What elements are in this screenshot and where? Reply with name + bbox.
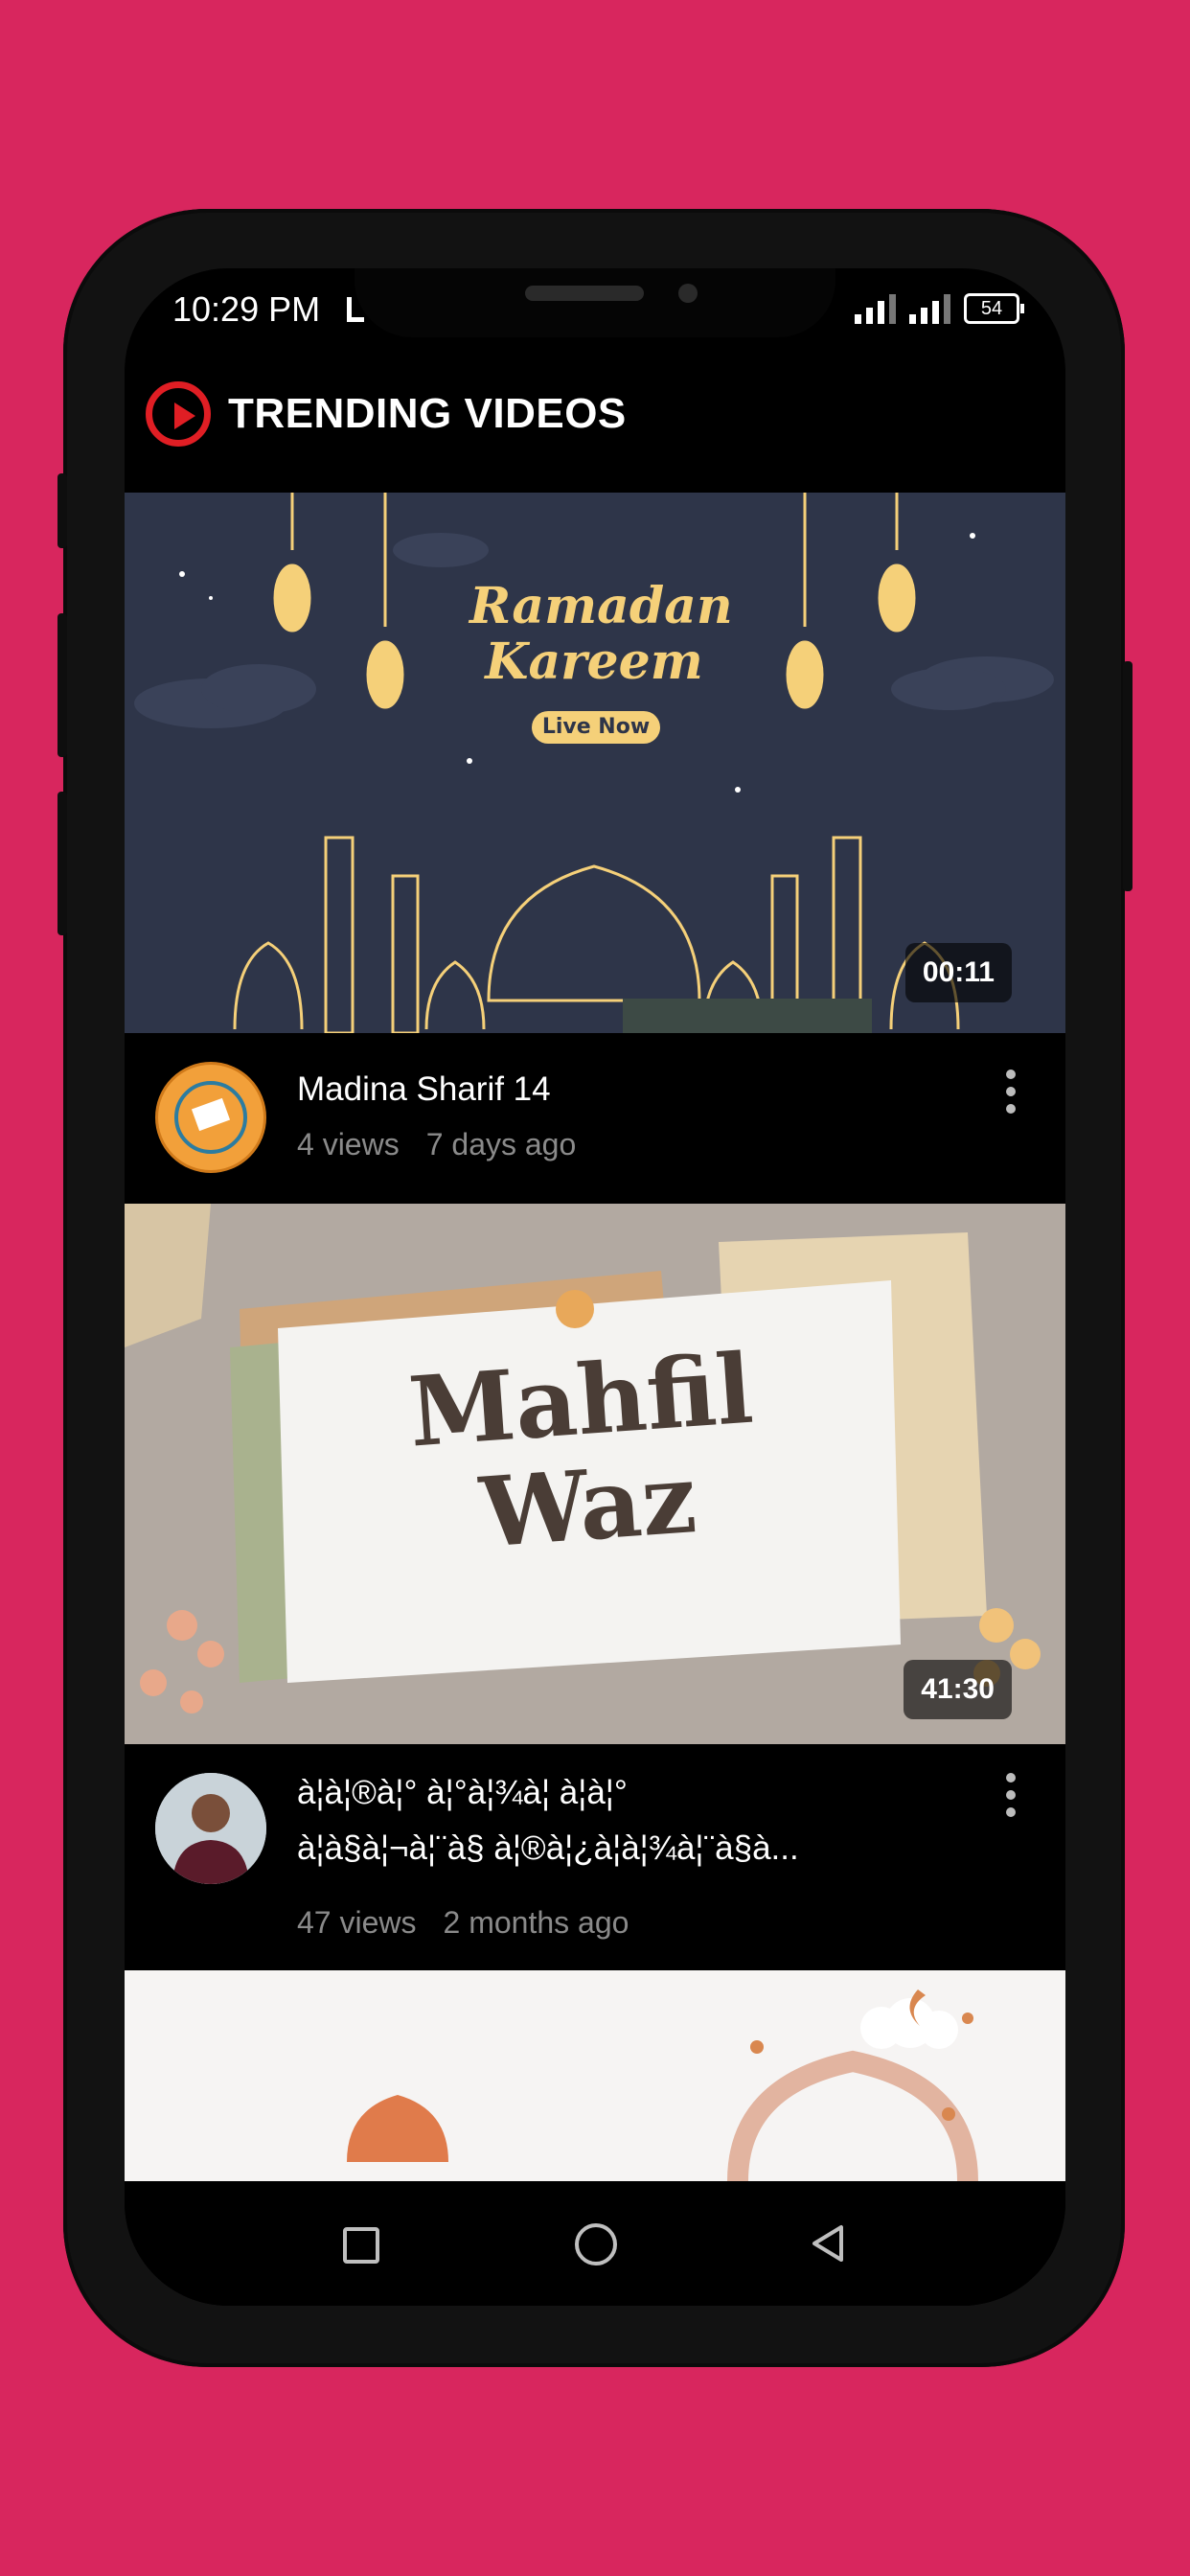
- video-duration: 41:30: [904, 1660, 1012, 1719]
- video-duration: 00:11: [904, 943, 1012, 1002]
- channel-logo-icon: [174, 1081, 247, 1154]
- front-camera: [678, 284, 698, 303]
- battery-icon: 54: [964, 293, 1024, 324]
- recents-button[interactable]: [343, 2227, 379, 2264]
- page-title: TRENDING VIDEOS: [228, 390, 627, 437]
- status-icons: 54: [855, 293, 1024, 324]
- video-thumbnail[interactable]: Ramadan Kareem Live Now 00:11: [125, 493, 1065, 1033]
- signal-icon: [855, 293, 896, 324]
- channel-avatar[interactable]: [155, 1773, 266, 1884]
- video-thumbnail[interactable]: [125, 1970, 1065, 2181]
- status-time: 10:29 PM: [172, 289, 321, 329]
- upload-age: 7 days ago: [425, 1127, 577, 1162]
- thumbnail-title: Mahfil Waz: [405, 1331, 757, 1570]
- mute-switch: [57, 473, 67, 548]
- volume-down-button: [57, 792, 67, 935]
- video-title[interactable]: Madina Sharif 14: [297, 1062, 968, 1117]
- video-info[interactable]: à¦à¦®à¦° à¦°à¦¾à¦ à¦à¦° à¦à§à¦¬à¦¨à§ à¦®…: [125, 1744, 1065, 1970]
- notch: [355, 268, 835, 337]
- play-circle-icon: [146, 381, 211, 447]
- volume-up-button: [57, 613, 67, 757]
- video-info[interactable]: Madina Sharif 14 4 views 7 days ago: [125, 1033, 1065, 1204]
- video-title[interactable]: à¦à¦®à¦° à¦°à¦¾à¦ à¦à¦° à¦à§à¦¬à¦¨à§ à¦®…: [297, 1765, 968, 1876]
- system-nav-bar: [125, 2181, 1065, 2306]
- back-button[interactable]: [809, 2223, 847, 2264]
- home-button[interactable]: [575, 2223, 617, 2266]
- live-badge: Live Now: [541, 715, 651, 739]
- channel-avatar[interactable]: [155, 1062, 266, 1173]
- page-header: TRENDING VIDEOS: [146, 381, 627, 447]
- video-stats: 4 views 7 days ago: [297, 1127, 603, 1162]
- video-stats: 47 views 2 months ago: [297, 1905, 655, 1941]
- third-thumbnail-art: [125, 1970, 1065, 2181]
- person-avatar-icon: [155, 1773, 266, 1884]
- view-count: 4 views: [297, 1127, 400, 1162]
- power-button: [1123, 661, 1133, 891]
- video-thumbnail[interactable]: Mahfil Waz 41:30: [125, 1204, 1065, 1744]
- view-count: 47 views: [297, 1905, 417, 1940]
- more-options-icon[interactable]: [1006, 1773, 1018, 1817]
- earpiece: [525, 286, 644, 301]
- signal-icon-2: [909, 293, 950, 324]
- thumbnail-title: Ramadan Kareem: [469, 577, 733, 691]
- more-options-icon[interactable]: [1006, 1070, 1018, 1114]
- screen: 10:29 PM 54 TRENDING VIDEOS Ramadan Kare…: [125, 268, 1065, 2306]
- upload-age: 2 months ago: [443, 1905, 629, 1940]
